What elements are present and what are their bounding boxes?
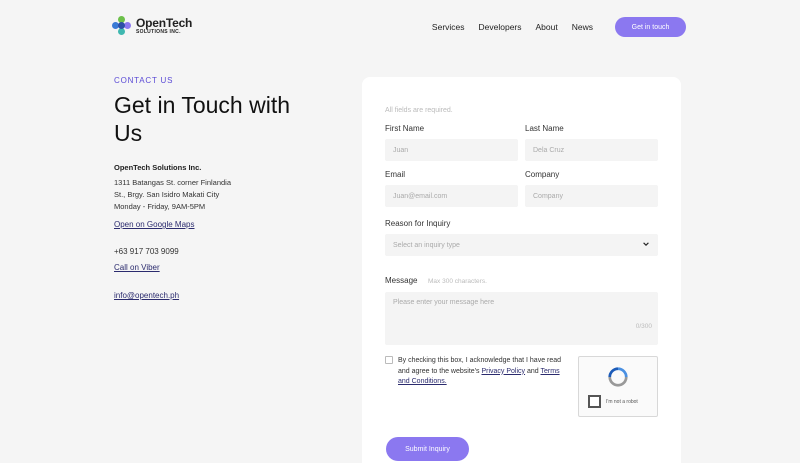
message-label: Message [385, 276, 418, 285]
company-name: OpenTech Solutions Inc. [114, 163, 202, 172]
business-hours: Monday - Friday, 9AM-5PM [114, 202, 206, 211]
first-name-input[interactable]: Juan [385, 139, 518, 161]
google-maps-link[interactable]: Open on Google Maps [114, 220, 195, 229]
first-name-placeholder: Juan [393, 146, 409, 154]
recaptcha-label: I'm not a robot [606, 399, 638, 405]
message-placeholder: Please enter your message here [393, 299, 495, 306]
recaptcha-widget: I'm not a robot [578, 356, 658, 417]
character-count: 0/300 [635, 323, 652, 330]
message-textarea[interactable]: Please enter your message here 0/300 [385, 292, 658, 345]
reason-placeholder: Select an inquiry type [393, 241, 460, 249]
nav-item-developers[interactable]: Developers [479, 22, 522, 32]
nav-item-news[interactable]: News [572, 22, 593, 32]
logo-icon [112, 16, 132, 36]
company-input[interactable]: Company [525, 185, 658, 207]
phone-number: +63 917 703 9099 [114, 247, 179, 256]
recaptcha-checkbox[interactable] [588, 395, 601, 408]
last-name-placeholder: Dela Cruz [533, 146, 565, 154]
get-in-touch-button[interactable]: Get in touch [615, 17, 686, 37]
logo-name: OpenTech [136, 16, 193, 30]
consent-checkbox[interactable] [385, 356, 393, 364]
recaptcha-icon [608, 367, 628, 387]
privacy-policy-link[interactable]: Privacy Policy [481, 368, 525, 375]
email-placeholder: Juan@email.com [393, 192, 448, 200]
main-nav: Services Developers About News [432, 22, 593, 32]
last-name-label: Last Name [525, 124, 564, 133]
nav-item-services[interactable]: Services [432, 22, 465, 32]
required-note: All fields are required. [385, 107, 453, 114]
page-title: Get in Touch with Us [114, 92, 291, 146]
submit-inquiry-button[interactable]: Submit Inquiry [386, 437, 469, 461]
consent-text: By checking this box, I acknowledge that… [398, 356, 563, 388]
nav-item-about[interactable]: About [536, 22, 558, 32]
address-line-2: St., Brgy. San Isidro Makati City [114, 190, 220, 199]
reason-select[interactable]: Select an inquiry type [385, 234, 658, 256]
consent-and: and [527, 367, 539, 375]
company-label: Company [525, 170, 560, 179]
first-name-label: First Name [385, 124, 425, 133]
email-label: Email [385, 170, 406, 179]
reason-label: Reason for Inquiry [385, 219, 451, 228]
company-placeholder: Company [533, 192, 563, 200]
email-input[interactable]: Juan@email.com [385, 185, 518, 207]
address-line-1: 1311 Batangas St. corner Finlandia [114, 178, 232, 187]
address-block: 1311 Batangas St. corner Finlandia St., … [114, 177, 231, 213]
section-eyebrow: CONTACT US [114, 76, 174, 85]
email-link[interactable]: info@opentech.ph [114, 291, 179, 300]
viber-link[interactable]: Call on Viber [114, 263, 160, 272]
chevron-down-icon [643, 242, 649, 246]
last-name-input[interactable]: Dela Cruz [525, 139, 658, 161]
logo-subtitle: SOLUTIONS INC. [136, 29, 181, 35]
company-logo[interactable]: OpenTech SOLUTIONS INC. [112, 16, 192, 36]
message-hint: Max 300 characters. [428, 278, 487, 285]
